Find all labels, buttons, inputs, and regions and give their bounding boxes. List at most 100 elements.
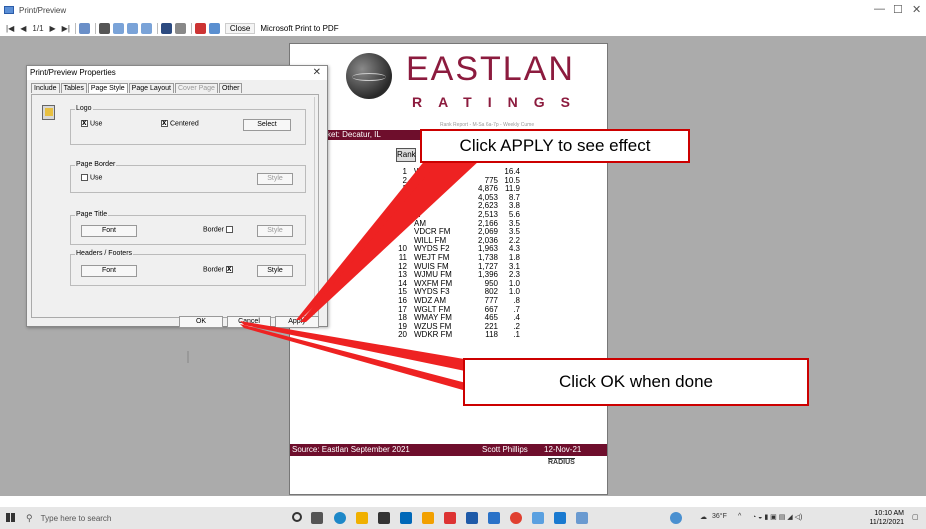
zoom-icon[interactable] [78, 22, 90, 34]
checkbox-checked-icon [81, 118, 88, 127]
people-icon[interactable] [670, 512, 682, 524]
next-page-button[interactable]: ▶ [50, 24, 56, 33]
cancel-button[interactable]: Cancel [227, 316, 271, 328]
mail-icon[interactable] [400, 512, 412, 524]
printer-select[interactable]: Microsoft Print to PDF [260, 24, 338, 33]
tray-icons[interactable]: ◔ ◒ ▮ ▣ ▤ ◢ ◁) [752, 513, 802, 521]
headers-border-checkbox[interactable]: Border [203, 264, 235, 274]
title-font-button[interactable]: Font [81, 225, 137, 237]
clock[interactable]: 10:10 AM 11/12/2021 [869, 509, 904, 527]
toolbar: |◀ ◀ 1/1 ▶ ▶| Close Microsoft Print to P… [0, 20, 926, 36]
preview-app-icon[interactable] [576, 512, 588, 524]
close-window-button[interactable]: ✕ [912, 3, 921, 16]
page-title-group-label: Page Title [75, 211, 109, 218]
dialog-close-button[interactable]: ✕ [313, 66, 321, 80]
report-page: EASTLAN RATINGS Rank Report - M-Sa 6a-7p… [289, 43, 608, 495]
footer-date: 12-Nov-21 [544, 445, 582, 454]
multi-page-icon[interactable] [140, 22, 152, 34]
app-a-icon[interactable] [422, 512, 434, 524]
page-border-group: Page Border Use Style [70, 161, 306, 193]
logo-use-checkbox[interactable]: Use [81, 118, 103, 128]
tab-page-layout[interactable]: Page Layout [128, 83, 174, 93]
footer-source: Source: Eastlan September 2021 [292, 445, 410, 454]
headers-font-button[interactable]: Font [81, 265, 137, 277]
table-row: 4 W 4,053 8.7 [396, 192, 522, 203]
two-page-icon[interactable] [126, 22, 138, 34]
toolbar-divider [94, 22, 96, 34]
app-icon-blue[interactable] [466, 512, 478, 524]
footer-name: Scott Phillips [482, 445, 528, 454]
window-title: Print/Preview [19, 5, 67, 15]
store-icon[interactable] [378, 512, 390, 524]
search-placeholder: Type here to search [40, 514, 112, 523]
headers-border-label: Border [203, 266, 225, 274]
clock-time: 10:10 AM [874, 510, 904, 517]
first-page-button[interactable]: |◀ [6, 24, 14, 33]
logo-use-label: Use [90, 120, 103, 128]
copy-icon[interactable] [174, 22, 186, 34]
dialog-spacer [187, 351, 189, 363]
dialog-tabs: Include Tables Page Style Page Layout Co… [31, 83, 243, 93]
cortana-icon[interactable] [292, 512, 302, 522]
apply-button[interactable]: Apply [275, 316, 319, 328]
prev-page-button[interactable]: ◀ [20, 24, 26, 33]
tab-page-style[interactable]: Page Style [87, 83, 128, 93]
taskbar-search[interactable]: ⚲ Type here to search [26, 510, 266, 526]
checkbox-checked-icon [161, 118, 168, 127]
tab-cover-page[interactable]: Cover Page [174, 83, 218, 93]
close-preview-button[interactable]: Close [224, 22, 256, 34]
task-view-icon[interactable] [311, 512, 323, 524]
checkbox-unchecked-icon [225, 226, 233, 233]
maximize-button[interactable]: ☐ [893, 3, 903, 16]
taskbar: ⚲ Type here to search ☁ 36°F ^ ◔ ◒ ▮ ▣ ▤… [0, 507, 926, 529]
last-page-button[interactable]: ▶| [62, 24, 70, 33]
office-icon[interactable] [444, 512, 456, 524]
app-square-icon[interactable] [488, 512, 500, 524]
apply-callout: Click APPLY to see effect [420, 129, 690, 163]
search-icon: ⚲ [26, 513, 33, 523]
clock-date: 11/12/2021 [869, 519, 904, 526]
logo-preview-icon [42, 105, 55, 120]
app-cloud-icon[interactable] [532, 512, 544, 524]
report-footer: Source: Eastlan September 2021 Scott Phi… [290, 444, 607, 456]
weather-icon[interactable]: ☁ [700, 513, 707, 521]
title-style-button[interactable]: Style [257, 225, 293, 237]
tab-other[interactable]: Other [218, 83, 243, 93]
one-page-icon[interactable] [112, 22, 124, 34]
cell-pct: .1 [513, 330, 520, 340]
tab-include[interactable]: Include [31, 83, 60, 93]
save-icon[interactable] [160, 22, 172, 34]
panel-divider [314, 97, 315, 315]
title-border-checkbox[interactable]: Border [203, 226, 235, 233]
notification-icon[interactable]: ▢ [912, 513, 919, 521]
edge-icon[interactable] [334, 512, 346, 524]
headers-footers-group-label: Headers / Footers [75, 250, 134, 257]
app-icon [4, 6, 14, 14]
chevron-up-icon[interactable]: ^ [738, 513, 741, 520]
email-icon[interactable] [208, 22, 220, 34]
outlook-icon[interactable] [554, 512, 566, 524]
brand-name: EASTLAN [406, 50, 575, 88]
print-icon[interactable] [98, 22, 110, 34]
logo-select-button[interactable]: Select [243, 119, 291, 131]
border-use-label: Use [90, 174, 103, 182]
report-subtitle: Rank Report - M-Sa 6a-7p - Weekly Cume [440, 122, 535, 128]
logo-centered-checkbox[interactable]: Centered [161, 118, 199, 127]
rank-table: 1 WSOY FM 16.4 2 WNLD 775 10.5 3 WYZ 4,876 11.9 4 W 4… [396, 167, 522, 340]
ok-button[interactable]: OK [179, 316, 223, 328]
cell-cume: 118 [485, 330, 498, 340]
minimize-button[interactable]: — [874, 3, 885, 15]
border-style-button[interactable]: Style [257, 173, 293, 185]
file-explorer-icon[interactable] [356, 512, 368, 524]
border-use-checkbox[interactable]: Use [81, 174, 102, 181]
weather-temp[interactable]: 36°F [712, 513, 727, 520]
page-title-group: Page Title Font Border Style [70, 211, 306, 245]
chrome-icon[interactable] [510, 512, 522, 524]
cell-station: W [414, 192, 422, 202]
headers-footers-group: Headers / Footers Font Border Style [70, 250, 306, 286]
headers-style-button[interactable]: Style [257, 265, 293, 277]
tab-tables[interactable]: Tables [60, 83, 87, 93]
windows-start-icon[interactable] [6, 513, 15, 522]
logo-group: Logo Use Centered Select [70, 105, 306, 145]
pdf-icon[interactable] [194, 22, 206, 34]
